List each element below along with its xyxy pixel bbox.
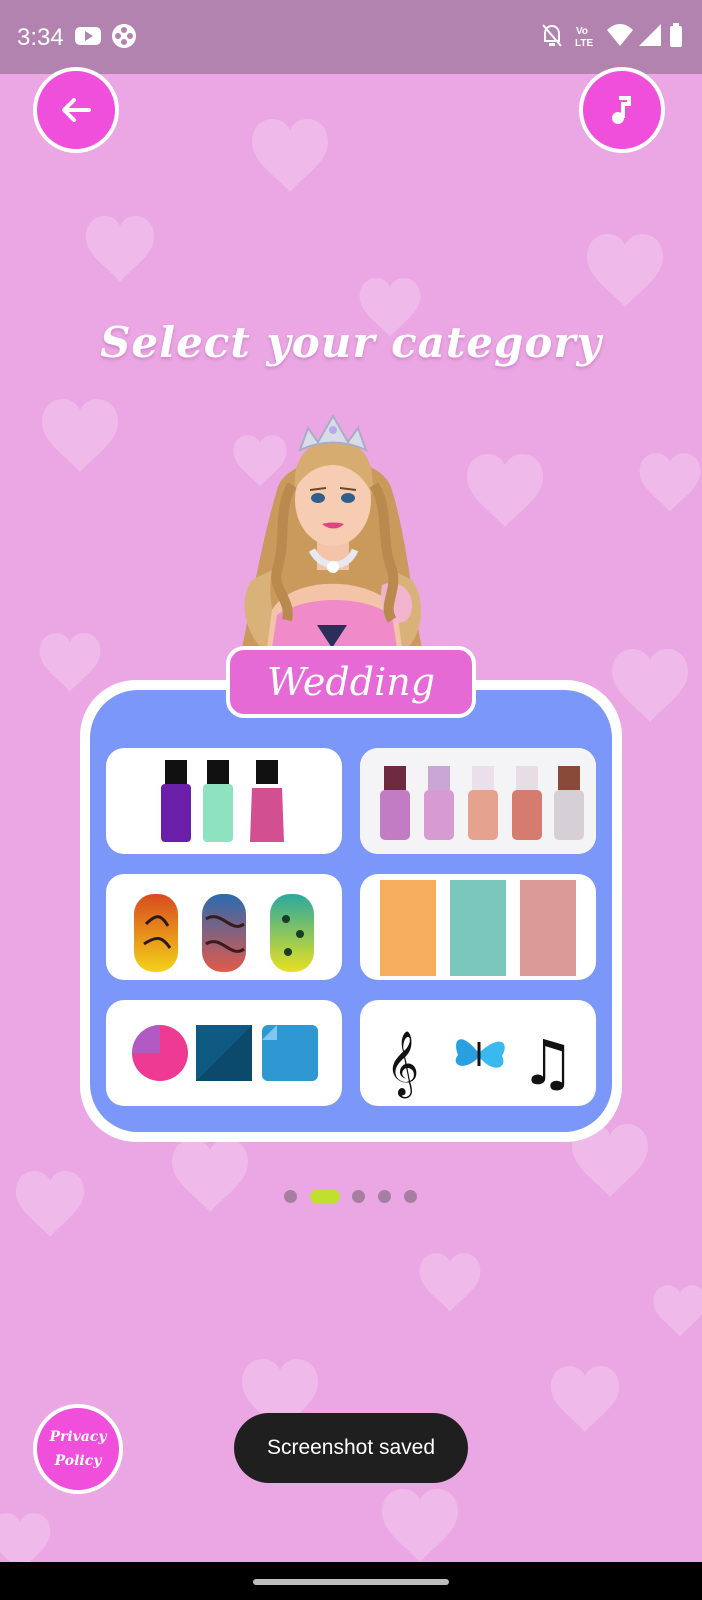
doll-illustration [242,413,422,648]
battery-icon [670,23,682,47]
svg-text:♫: ♫ [520,1026,576,1099]
privacy-policy-button[interactable]: Privacy Policy [33,1404,123,1494]
music-note-icon [612,96,631,124]
music-button[interactable] [579,67,665,153]
tile-stickers[interactable]: 𝄞 ♫ [360,1000,596,1106]
tile-color-shapes[interactable] [106,1000,342,1106]
glitter-polish-icon [360,748,596,854]
tile-nail-polish[interactable] [106,748,342,854]
navigation-bar [0,1562,702,1600]
nail-polish-icon [161,760,284,842]
bell-off-icon [542,24,562,47]
toast-message: Screenshot saved [234,1413,468,1483]
game-controller-icon [112,24,136,48]
home-gesture-handle[interactable] [253,1579,449,1585]
svg-text:𝄞: 𝄞 [386,1031,419,1098]
privacy-label-line2: Policy [54,1453,102,1469]
tile-nail-patterns[interactable] [106,874,342,980]
tile-texture-swatches[interactable] [360,874,596,980]
volte-icon: Vo LTE [575,26,593,49]
wifi-icon [607,24,633,46]
privacy-label-line1: Privacy [49,1429,107,1445]
youtube-icon [75,27,101,45]
arrow-left-icon [62,98,91,122]
page-dot[interactable] [352,1190,365,1203]
patterned-nails-icon [134,894,314,972]
color-shapes-icon [132,1025,318,1081]
signal-icon [639,24,661,46]
back-button[interactable] [33,67,119,153]
page-title: Select your category [100,318,602,367]
svg-text:LTE: LTE [575,38,593,49]
page-dot[interactable] [284,1190,297,1203]
category-label: Wedding [226,646,476,718]
status-time: 3:34 [17,24,64,51]
tile-glitter-polish[interactable] [360,748,596,854]
page-dot-active[interactable] [310,1190,340,1203]
music-butterfly-icon: 𝄞 ♫ [386,1026,576,1099]
texture-swatch-icon [380,880,576,976]
page-dot[interactable] [404,1190,417,1203]
page-dot[interactable] [378,1190,391,1203]
svg-text:Vo: Vo [576,26,588,37]
status-bar: 3:34 Vo LTE [0,0,702,74]
